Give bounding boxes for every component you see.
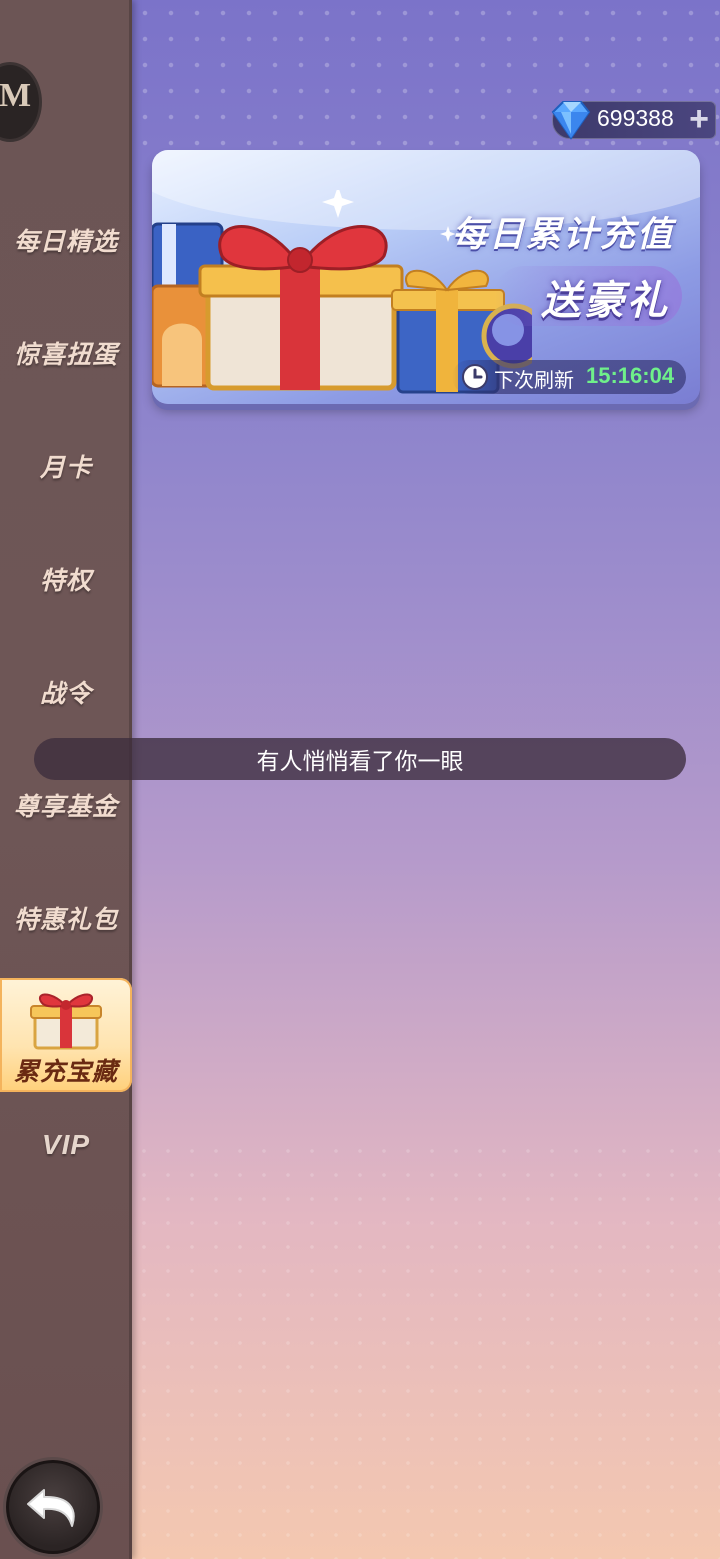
- sidebar-item-label: 每日精选: [13, 227, 118, 256]
- sidebar-item-cumulative-treasure[interactable]: 累充宝藏: [0, 978, 132, 1092]
- back-button[interactable]: [6, 1460, 100, 1554]
- sidebar-item-privilege[interactable]: 特权: [0, 529, 132, 629]
- diamond-currency-display: 699388 +: [551, 101, 716, 140]
- sidebar-item-surprise-gacha[interactable]: 惊喜扭蛋: [0, 303, 132, 403]
- sidebar-item-label: 惊喜扭蛋: [13, 340, 118, 369]
- diamond-icon: [551, 101, 591, 140]
- add-currency-button[interactable]: +: [689, 101, 709, 137]
- game-logo-icon: M: [0, 62, 42, 142]
- sidebar-item-monthly-card[interactable]: 月卡: [0, 416, 132, 516]
- sidebar-item-battle-pass[interactable]: 战令: [0, 642, 132, 742]
- sidebar-item-vip[interactable]: VIP: [0, 1095, 132, 1195]
- clock-icon: [462, 364, 488, 390]
- sidebar-item-label: 战令: [39, 679, 92, 708]
- gift-box-icon: [30, 993, 102, 1050]
- sidebar-item-label: 月卡: [39, 453, 92, 482]
- toast-message: 有人悄悄看了你一眼: [256, 749, 464, 775]
- back-arrow-icon: [27, 1489, 75, 1527]
- sidebar-item-label: 尊享基金: [13, 792, 118, 821]
- sidebar-item-label: 特权: [39, 566, 92, 595]
- sidebar-item-daily-selection[interactable]: 每日精选: [0, 190, 132, 290]
- refresh-label: 下次刷新: [494, 368, 574, 392]
- banner-title: 每日累计充值: [451, 215, 674, 255]
- daily-recharge-banner: 每日累计充值 送豪礼 下次刷新 15:16:04: [152, 150, 700, 404]
- diamond-amount: 699388: [597, 105, 674, 131]
- sidebar-item-special-pack[interactable]: 特惠礼包: [0, 868, 132, 968]
- refresh-countdown: 15:16:04: [586, 363, 675, 388]
- banner-subtitle: 送豪礼: [541, 278, 670, 324]
- sidebar-item-label: 累充宝藏: [13, 1057, 118, 1086]
- notification-toast: 有人悄悄看了你一眼: [34, 738, 686, 780]
- bottom-dot-pattern: [132, 1139, 720, 1559]
- sidebar-item-label: VIP: [41, 1129, 91, 1160]
- sidebar-item-label: 特惠礼包: [13, 905, 118, 934]
